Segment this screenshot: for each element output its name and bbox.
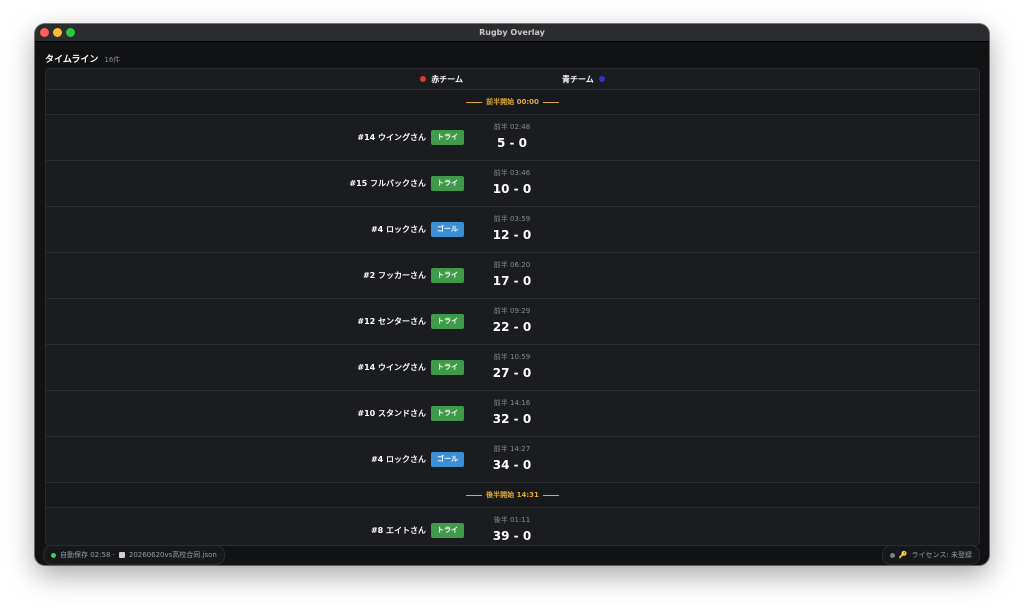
try-badge: トライ [431,406,464,421]
goal-badge: ゴール [431,452,464,467]
title-bar[interactable]: Rugby Overlay [35,24,989,42]
try-badge: トライ [431,176,464,191]
timeline-event-row[interactable]: #4 ロックさん ゴール 前半 03:59 12 - 0 [46,207,979,253]
event-center: 前半 14:27 34 - 0 [482,437,542,482]
event-center: 前半 14:16 32 - 0 [482,391,542,436]
event-score: 32 - 0 [492,412,532,426]
event-center: 前半 10:59 27 - 0 [482,345,542,390]
half-label-text: 前半開始 00:00 [486,98,539,106]
timeline-event-row[interactable]: #14 ウイングさん トライ 前半 02:48 5 - 0 [46,115,979,161]
timeline-event-row[interactable]: #8 エイトさん トライ 後半 01:11 39 - 0 [46,508,979,545]
file-icon [118,552,125,558]
player-name: #10 スタンドさん [357,409,426,418]
event-center: 前半 02:48 5 - 0 [482,115,542,160]
event-red-side: #12 センターさん トライ [357,299,464,344]
license-text: ライセンス: 未登録 [911,551,972,559]
event-center: 前半 09:29 22 - 0 [482,299,542,344]
goal-badge: ゴール [431,222,464,237]
event-time: 前半 14:16 [493,399,531,407]
autosave-text: 自動保存 02:58 · [60,551,115,559]
event-score: 39 - 0 [492,529,532,543]
event-red-side: #14 ウイングさん トライ [357,115,464,160]
event-red-side: #8 エイトさん トライ [370,508,464,545]
player-name: #14 ウイングさん [357,363,426,372]
timeline-event-row[interactable]: #12 センターさん トライ 前半 09:29 22 - 0 [46,299,979,345]
timeline-event-row[interactable]: #14 ウイングさん トライ 前半 10:59 27 - 0 [46,345,979,391]
event-score: 22 - 0 [492,320,532,334]
half-label-text: 後半開始 14:31 [486,491,539,499]
timeline-header: タイムライン 16件 [45,52,120,66]
event-time: 前半 03:59 [493,215,531,223]
red-team-dot [420,76,427,82]
player-name: #2 フッカーさん [362,271,426,280]
event-red-side: #4 ロックさん ゴール [371,437,464,482]
divider-line [542,101,559,103]
window-title: Rugby Overlay [479,28,545,37]
team-header: 赤チーム 青チーム [46,69,979,90]
timeline-event-row[interactable]: #2 フッカーさん トライ 前半 06:20 17 - 0 [46,253,979,299]
event-score: 27 - 0 [492,366,532,380]
autosave-dot [51,552,56,558]
event-time: 前半 06:20 [493,261,531,269]
event-time: 前半 02:48 [493,123,531,131]
event-score: 5 - 0 [496,136,528,150]
event-center: 後半 01:11 39 - 0 [482,508,542,545]
event-time: 後半 01:11 [493,516,531,524]
try-badge: トライ [431,268,464,283]
timeline-event-row[interactable]: #15 フルバックさん トライ 前半 03:46 10 - 0 [46,161,979,207]
save-filename: 20260620vs高校合同.json [128,551,217,559]
event-center: 前半 03:46 10 - 0 [482,161,542,206]
timeline-panel[interactable]: 赤チーム 青チーム 前半開始 00:00 #14 ウイングさん トライ 前半 02:4… [45,68,980,546]
player-name: #4 ロックさん [370,225,426,234]
license-dot [889,552,895,558]
event-time: 前半 09:29 [493,307,531,315]
blue-team-dot [598,76,605,82]
event-score: 17 - 0 [492,274,532,288]
event-count: 16件 [104,56,121,64]
event-time: 前半 10:59 [493,353,531,361]
half-divider-first: 前半開始 00:00 [46,90,979,115]
player-name: #15 フルバックさん [349,179,426,188]
try-badge: トライ [431,523,464,538]
divider-line [466,494,483,496]
player-name: #14 ウイングさん [357,133,426,142]
timeline-event-row[interactable]: #10 スタンドさん トライ 前半 14:16 32 - 0 [46,391,979,437]
timeline-event-row[interactable]: #4 ロックさん ゴール 前半 14:27 34 - 0 [46,437,979,483]
player-name: #12 センターさん [357,317,426,326]
event-time: 前半 03:46 [493,169,531,177]
event-red-side: #10 スタンドさん トライ [357,391,464,436]
event-red-side: #4 ロックさん ゴール [371,207,464,252]
autosave-status[interactable]: 自動保存 02:58 · 20260620vs高校合同.json [43,545,225,565]
blue-team-label: 青チーム [562,69,605,89]
event-red-side: #2 フッカーさん トライ [363,253,464,298]
event-time: 前半 14:27 [493,445,531,453]
try-badge: トライ [431,360,464,375]
try-badge: トライ [431,130,464,145]
key-icon: 🔑 [898,551,908,559]
event-score: 12 - 0 [492,228,532,242]
event-red-side: #14 ウイングさん トライ [357,345,464,390]
divider-line [542,494,559,496]
half-label: 後半開始 14:31 [466,490,559,500]
event-red-side: #15 フルバックさん トライ [349,161,464,206]
event-center: 前半 06:20 17 - 0 [482,253,542,298]
license-status[interactable]: 🔑 ライセンス: 未登録 [881,545,980,565]
event-center: 前半 03:59 12 - 0 [482,207,542,252]
app-window: Rugby Overlay タイムライン 16件 赤チーム 青チーム 前半開始 … [35,24,989,565]
half-divider-second: 後半開始 14:31 [46,483,979,508]
divider-line [466,101,483,103]
timeline-title: タイムライン [45,55,99,65]
blue-team-name: 青チーム [562,74,594,84]
event-score: 34 - 0 [492,458,532,472]
player-name: #4 ロックさん [370,455,426,464]
event-score: 10 - 0 [492,182,532,196]
red-team-label: 赤チーム [420,69,463,89]
try-badge: トライ [431,314,464,329]
player-name: #8 エイトさん [370,526,426,535]
half-label: 前半開始 00:00 [466,97,559,107]
red-team-name: 赤チーム [431,74,463,84]
